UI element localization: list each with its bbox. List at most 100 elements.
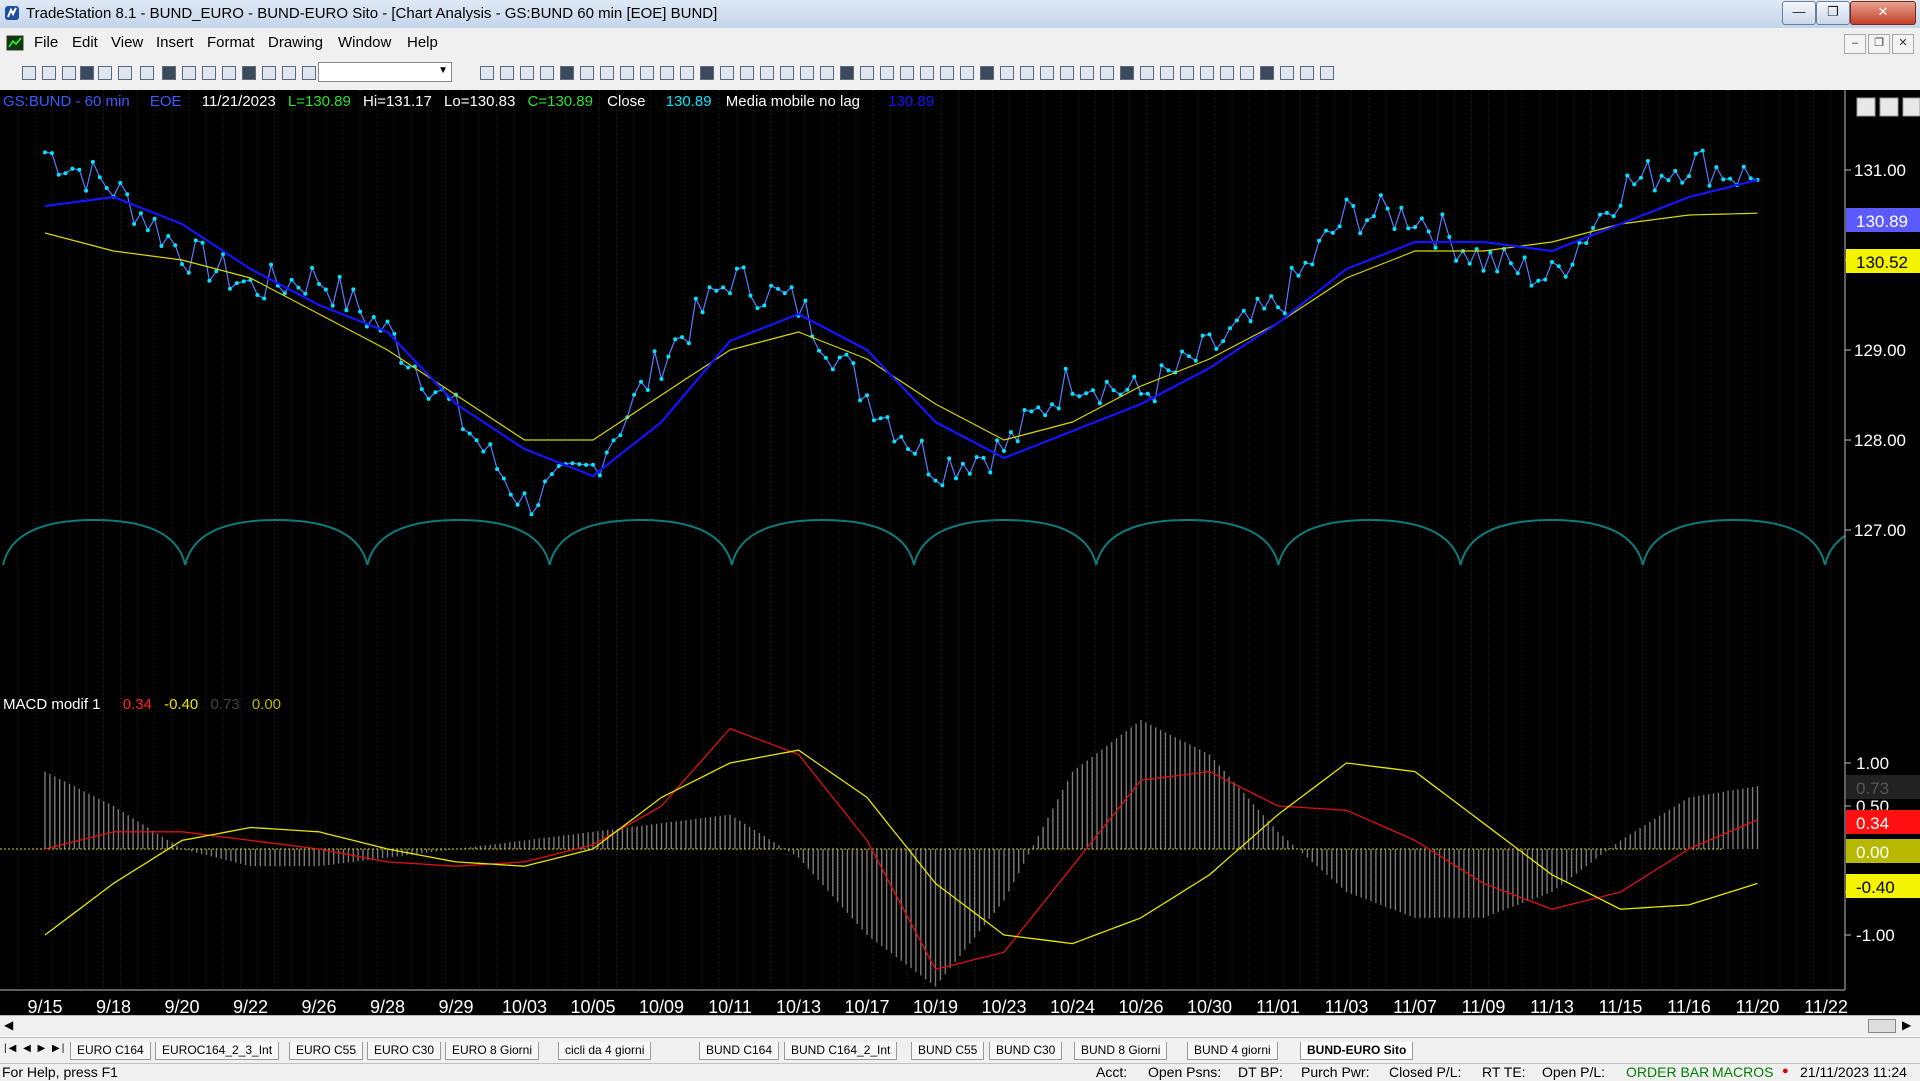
toolbar-button[interactable] <box>580 66 594 80</box>
toolbar-button[interactable] <box>202 66 216 80</box>
toolbar-button[interactable] <box>1020 66 1034 80</box>
toolbar-button[interactable] <box>42 66 56 80</box>
tab-bund-c164-2-int[interactable]: BUND C164_2_Int <box>784 1042 898 1060</box>
close-button[interactable]: ✕ <box>1850 1 1916 25</box>
toolbar-button[interactable] <box>780 66 794 80</box>
toolbar-button[interactable] <box>940 66 954 80</box>
toolbar-button[interactable] <box>222 66 236 80</box>
toolbar-button[interactable] <box>820 66 834 80</box>
toolbar-button[interactable] <box>800 66 814 80</box>
menu-edit[interactable]: Edit <box>72 34 98 51</box>
toolbar-button[interactable] <box>540 66 554 80</box>
tab-bund-4-giorni[interactable]: BUND 4 giorni <box>1187 1042 1278 1060</box>
pane-restore-button[interactable] <box>1879 97 1899 117</box>
price-bar <box>1426 229 1431 234</box>
toolbar-button[interactable] <box>760 66 774 80</box>
symbol-dropdown[interactable]: ▼ <box>318 62 452 82</box>
toolbar-button[interactable] <box>720 66 734 80</box>
maximize-button[interactable]: ❐ <box>1816 1 1850 25</box>
toolbar-button[interactable] <box>118 66 132 80</box>
toolbar-button[interactable] <box>1120 66 1134 80</box>
toolbar-button[interactable] <box>1300 66 1314 80</box>
toolbar-button[interactable] <box>920 66 934 80</box>
toolbar-button[interactable] <box>980 66 994 80</box>
toolbar-button[interactable] <box>620 66 634 80</box>
menu-file[interactable]: File <box>34 34 58 51</box>
scroll-thumb[interactable] <box>1868 1019 1896 1033</box>
toolbar-button[interactable] <box>480 66 494 80</box>
pane-minimize-button[interactable] <box>1856 97 1876 117</box>
toolbar-button[interactable] <box>1160 66 1174 80</box>
toolbar-button[interactable] <box>1200 66 1214 80</box>
toolbar-button[interactable] <box>182 66 196 80</box>
tab-bund-c55[interactable]: BUND C55 <box>911 1042 985 1060</box>
minimize-button[interactable]: — <box>1782 1 1816 25</box>
toolbar-button[interactable] <box>680 66 694 80</box>
toolbar-button[interactable] <box>282 66 296 80</box>
toolbar-button[interactable] <box>1060 66 1074 80</box>
toolbar-button[interactable] <box>600 66 614 80</box>
toolbar-button[interactable] <box>1220 66 1234 80</box>
toolbar-button[interactable] <box>1080 66 1094 80</box>
toolbar-button[interactable] <box>22 66 36 80</box>
tab-cicli-da-4-giorni[interactable]: cicli da 4 giorni <box>558 1042 652 1060</box>
tab-euroc164-2-3-int[interactable]: EUROC164_2_3_Int <box>155 1042 280 1060</box>
toolbar-button[interactable] <box>80 66 94 80</box>
toolbar-button[interactable] <box>98 66 112 80</box>
toolbar-button[interactable] <box>1260 66 1274 80</box>
menu-help[interactable]: Help <box>407 34 438 51</box>
menu-format[interactable]: Format <box>207 34 255 51</box>
scroll-left-icon[interactable]: ◀ <box>4 1018 13 1032</box>
tab-bund-c164[interactable]: BUND C164 <box>699 1042 780 1060</box>
toolbar-button[interactable] <box>700 66 714 80</box>
menu-view[interactable]: View <box>111 34 143 51</box>
scroll-right-icon[interactable]: ▶ <box>1902 1018 1911 1032</box>
toolbar-button[interactable] <box>900 66 914 80</box>
toolbar-button[interactable] <box>860 66 874 80</box>
toolbar-button[interactable] <box>740 66 754 80</box>
tab-euro-c55[interactable]: EURO C55 <box>289 1042 364 1060</box>
mdi-close-button[interactable]: ✕ <box>1892 34 1914 54</box>
chart-canvas[interactable]: 131.00130.00129.00128.00127.00130.89130.… <box>0 90 1920 1025</box>
toolbar-button[interactable] <box>960 66 974 80</box>
tab-euro-c30[interactable]: EURO C30 <box>367 1042 442 1060</box>
toolbar-button[interactable] <box>242 66 256 80</box>
tab-nav-icon[interactable]: |◀ ◀ ▶ ▶| <box>4 1043 66 1054</box>
tab-bund-euro-sito[interactable]: BUND-EURO Sito <box>1300 1042 1414 1060</box>
menu-drawing[interactable]: Drawing <box>268 34 323 51</box>
tab-euro-c164[interactable]: EURO C164 <box>70 1042 151 1060</box>
toolbar-button[interactable] <box>660 66 674 80</box>
toolbar-button[interactable] <box>302 66 316 80</box>
tab-euro-8-giorni[interactable]: EURO 8 Giorni <box>445 1042 540 1060</box>
toolbar-button[interactable] <box>640 66 654 80</box>
toolbar-button[interactable] <box>1320 66 1334 80</box>
macros-label[interactable]: MACROS <box>1712 1064 1773 1080</box>
toolbar-button[interactable] <box>1040 66 1054 80</box>
pane-close-button[interactable] <box>1902 97 1920 117</box>
toolbar-button[interactable] <box>500 66 514 80</box>
chart-window-icon[interactable] <box>6 34 24 52</box>
chart-analysis-window[interactable]: 131.00130.00129.00128.00127.00130.89130.… <box>0 90 1920 1025</box>
toolbar-button[interactable] <box>162 66 176 80</box>
toolbar-button[interactable] <box>1240 66 1254 80</box>
toolbar-button[interactable] <box>840 66 854 80</box>
toolbar-button[interactable] <box>1100 66 1114 80</box>
mdi-minimize-button[interactable]: – <box>1844 34 1866 54</box>
toolbar-button[interactable] <box>1280 66 1294 80</box>
toolbar-button[interactable] <box>1180 66 1194 80</box>
toolbar-button[interactable] <box>262 66 276 80</box>
toolbar-button[interactable] <box>1000 66 1014 80</box>
toolbar-button[interactable] <box>1140 66 1154 80</box>
tab-bund-8-giorni[interactable]: BUND 8 Giorni <box>1074 1042 1168 1060</box>
horizontal-scrollbar[interactable]: ◀ ▶ <box>0 1015 1920 1036</box>
mdi-restore-button[interactable]: ❐ <box>1868 34 1890 54</box>
menu-window[interactable]: Window <box>338 34 391 51</box>
toolbar-button[interactable] <box>140 66 154 80</box>
order-bar-label[interactable]: ORDER BAR <box>1626 1064 1709 1080</box>
toolbar-button[interactable] <box>560 66 574 80</box>
menu-insert[interactable]: Insert <box>156 34 194 51</box>
toolbar-button[interactable] <box>520 66 534 80</box>
toolbar-button[interactable] <box>880 66 894 80</box>
toolbar-button[interactable] <box>62 66 76 80</box>
tab-bund-c30[interactable]: BUND C30 <box>989 1042 1063 1060</box>
